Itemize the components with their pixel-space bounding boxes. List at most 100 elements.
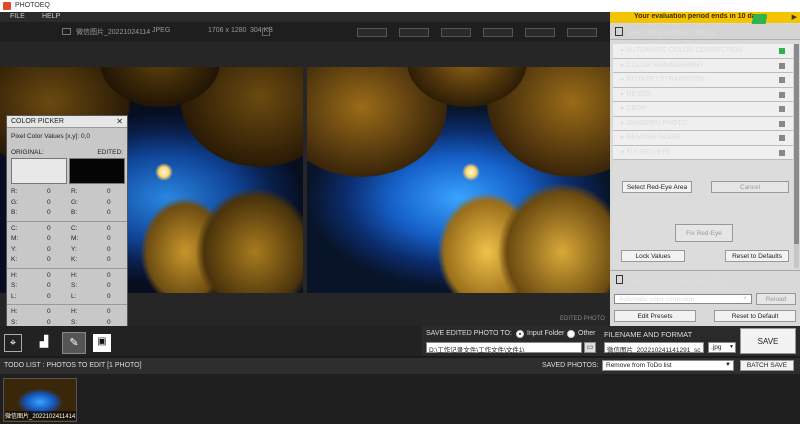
save-path-input[interactable]: D:\工作记录文件\工作文件\文件1\ xyxy=(426,342,582,354)
channel-label: B: xyxy=(11,209,18,216)
color-value-row: H: 0 H: 0 xyxy=(7,272,127,282)
street-lamp xyxy=(462,163,480,181)
presets-selected: Automatic color correction xyxy=(619,296,695,303)
channel-label: Y: xyxy=(71,245,77,253)
menu-file[interactable]: FILE xyxy=(10,13,25,20)
channel-label: H: xyxy=(71,271,78,279)
channel-label: L: xyxy=(11,292,17,300)
other-radio[interactable] xyxy=(567,330,575,338)
todo-thumbnail[interactable]: 微信图片_20221024114141... xyxy=(3,378,77,422)
channel-value: 0 xyxy=(107,318,111,326)
channel-label: K: xyxy=(11,256,18,263)
status-indicator xyxy=(779,77,785,83)
tool-item[interactable]: ▸ RESIZE xyxy=(613,87,793,102)
filename-input[interactable]: 微信图片_202210241141291_sc xyxy=(604,342,704,354)
input-folder-radio[interactable] xyxy=(516,330,524,338)
close-icon[interactable]: ✕ xyxy=(116,117,123,126)
file-name: 微信图片_20221024114 xyxy=(76,29,151,36)
edited-label: EDITED: xyxy=(97,149,123,156)
crop-select-icon[interactable]: ⌖ xyxy=(4,334,22,352)
reset-to-default-button[interactable]: Reset to Default xyxy=(714,310,796,322)
tool-item[interactable]: ▸ REMOVE NOISE xyxy=(613,131,793,146)
color-value-row: R: 0 R: 0 xyxy=(7,188,127,198)
scroll-thumb[interactable] xyxy=(794,44,799,244)
saved-photos-value: Remove from ToDo list xyxy=(606,362,672,369)
tool-item[interactable]: ▸ ROTATE / STRAIGHTEN xyxy=(613,73,793,88)
red-eye-section: 👁 Fix Red-Eye from Selection Select Red-… xyxy=(613,160,793,268)
street-lamp xyxy=(155,163,173,181)
color-picker-titlebar[interactable]: COLOR PICKER ✕ xyxy=(7,116,127,128)
tool-item-label: SHARPEN PHOTO xyxy=(626,119,688,127)
other-label: Other xyxy=(578,330,596,337)
red-eye-description: Select eye area and click Fix Red-Eye-bu… xyxy=(622,198,781,214)
lock-values-button[interactable]: Lock Values xyxy=(621,250,685,262)
histogram-icon[interactable]: ▟ xyxy=(35,334,53,352)
tool-item[interactable]: ▸ COLOR MANAGEMENT xyxy=(613,58,793,73)
zoom-button-3[interactable] xyxy=(441,28,471,37)
channel-label: M: xyxy=(11,235,19,242)
channel-value: 0 xyxy=(107,245,111,253)
color-value-row: C: 0 C: 0 xyxy=(7,225,127,235)
edited-swatch xyxy=(69,158,125,184)
photo-icon xyxy=(62,28,71,35)
batch-save-button[interactable]: BATCH SAVE xyxy=(740,360,794,371)
channel-label: G: xyxy=(71,198,78,206)
zoom-button-5[interactable] xyxy=(525,28,555,37)
color-value-row: K: 0 K: 0 xyxy=(7,256,127,266)
cancel-button[interactable]: Cancel xyxy=(711,181,789,193)
tool-item[interactable]: ▸ SHARPEN PHOTO xyxy=(613,116,793,131)
copy-icon[interactable] xyxy=(262,28,270,36)
tool-item[interactable]: ▸ AUTOMATIC COLOR CORRECTION xyxy=(613,44,793,59)
presets-icon xyxy=(616,275,623,284)
channel-value: 0 xyxy=(47,308,51,315)
chevron-down-icon: ▼ xyxy=(725,362,731,368)
edit-presets-button[interactable]: Edit Presets xyxy=(614,310,696,322)
app-title: PHOTOEQ xyxy=(15,2,50,9)
format-select[interactable]: .jpg ▼ xyxy=(708,342,736,353)
tools-icon xyxy=(615,27,623,36)
channel-label: R: xyxy=(11,188,18,195)
channel-label: S: xyxy=(71,282,78,289)
evaluation-banner: Your evaluation period ends in 10 da ▶ xyxy=(610,12,800,23)
reset-to-defaults-button[interactable]: Reset to Defaults xyxy=(725,250,789,262)
saved-photos-select[interactable]: Remove from ToDo list ▼ xyxy=(602,360,734,371)
panel-header: PHOTO EDITING TOOLS xyxy=(610,24,800,40)
channel-value: 0 xyxy=(107,292,111,300)
channel-value: 0 xyxy=(107,235,111,242)
save-button[interactable]: SAVE xyxy=(740,328,796,354)
reload-button[interactable]: Reload xyxy=(756,293,796,305)
panel-title: PHOTO EDITING TOOLS xyxy=(630,28,717,37)
zoom-button-1[interactable] xyxy=(357,28,387,37)
saved-photos-label: SAVED PHOTOS: xyxy=(542,362,599,369)
folder-icon[interactable]: ▭ xyxy=(584,342,596,353)
channel-value: 0 xyxy=(107,188,111,195)
channel-value: 0 xyxy=(107,282,111,289)
status-indicator xyxy=(779,62,785,69)
status-indicator xyxy=(779,149,785,156)
zoom-button-2[interactable] xyxy=(399,28,429,37)
tool-item[interactable]: ▾ FIX RED-EYE xyxy=(613,145,793,160)
zoom-button-4[interactable] xyxy=(483,28,513,37)
channel-value: 0 xyxy=(107,271,111,279)
thumbnail-caption: 微信图片_20221024114141... xyxy=(5,411,76,420)
fix-red-eye-button[interactable]: Fix Red-Eye xyxy=(675,224,733,242)
presets-select[interactable]: Automatic color correction ▼ xyxy=(614,294,752,304)
chevron-down-icon: ▼ xyxy=(729,344,734,350)
zoom-button-6[interactable] xyxy=(567,28,597,37)
status-indicator xyxy=(779,48,785,54)
menu-help[interactable]: HELP xyxy=(42,13,60,20)
channel-value: 0 xyxy=(47,282,51,289)
panel-scrollbar[interactable] xyxy=(794,44,799,268)
color-value-row: H: 0 H: 0 xyxy=(7,308,127,318)
play-icon[interactable]: ▶ xyxy=(792,13,797,21)
channel-value: 0 xyxy=(107,224,111,232)
edited-photo[interactable] xyxy=(307,67,610,293)
channel-value: 0 xyxy=(47,188,51,195)
color-picker-icon[interactable]: ✎ xyxy=(62,332,86,354)
color-value-row: L: 0 L: 0 xyxy=(7,293,127,303)
tool-item[interactable]: ▸ CROP xyxy=(613,102,793,117)
divider xyxy=(7,267,127,269)
image-info-icon[interactable]: ▣ xyxy=(93,334,111,352)
color-value-row: B: 0 B: 0 xyxy=(7,209,127,219)
select-red-eye-button[interactable]: Select Red-Eye Area xyxy=(622,181,692,193)
